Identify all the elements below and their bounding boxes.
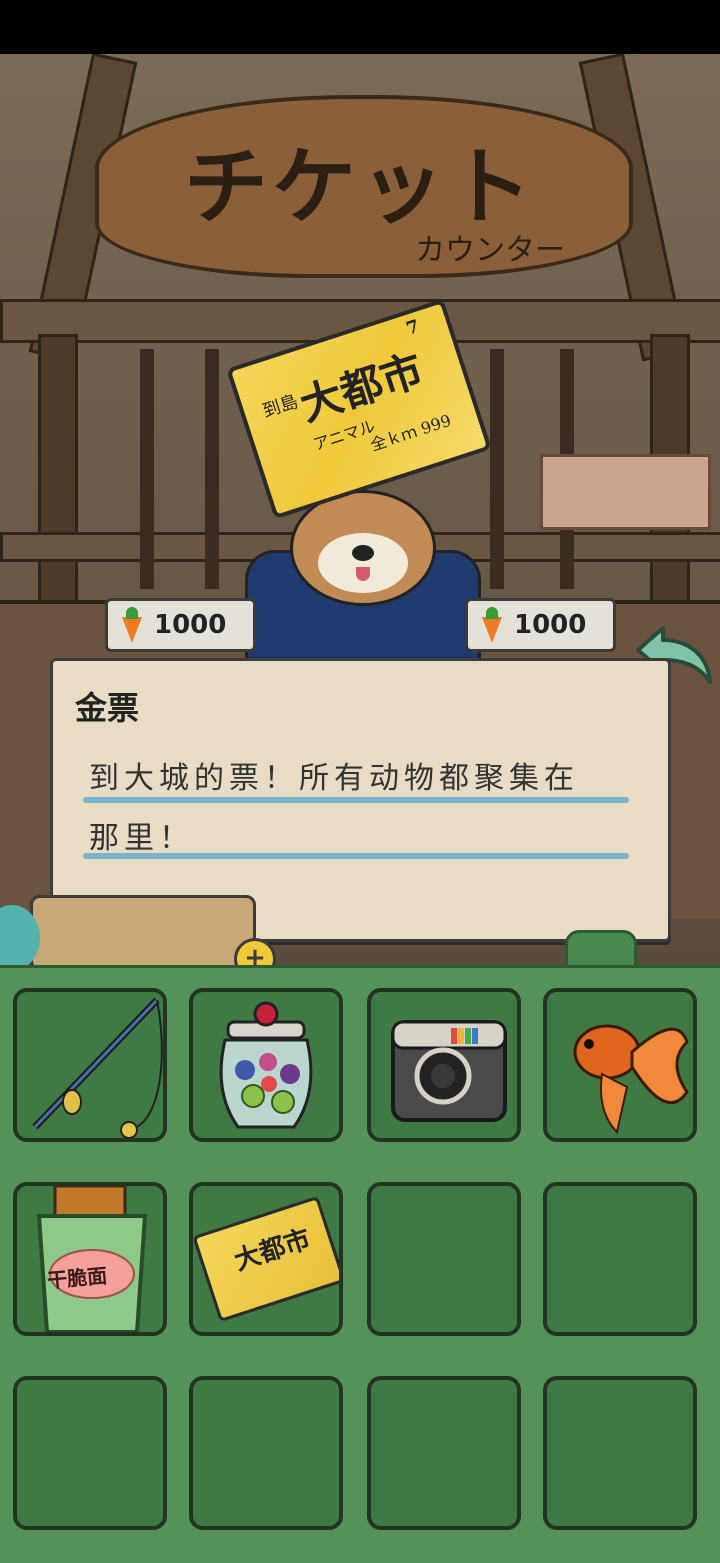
inventory-slot-camera[interactable] [367,988,521,1142]
inventory-slot-goldfish[interactable] [543,988,697,1142]
window-bar [490,349,504,589]
sign-title: チケット [183,137,536,236]
ticket-line-4: 全ｋｍ 999 [367,410,454,455]
dialog-rule [83,853,629,859]
window-bar [140,349,154,589]
price-value: 1000 [154,610,227,640]
inventory-slot-empty[interactable] [367,1182,521,1336]
inventory-slot-empty[interactable] [543,1376,697,1530]
inventory-slot-fruit-jar[interactable] [189,988,343,1142]
inventory-slot-crispy-noodles[interactable]: 干脆面 [13,1182,167,1336]
noodle-bag-label: 干脆面 [46,1263,109,1293]
noodle-bag-icon [36,1186,148,1332]
fruit-jar-icon [219,1001,313,1129]
goldfish-icon [573,1024,689,1134]
carrot-icon [478,607,506,643]
ticket-corner: 7 [403,315,423,340]
dialog-rule [83,797,629,803]
status-bar [0,0,720,54]
inventory-slot-empty[interactable] [367,1376,521,1530]
camera-icon [391,1020,507,1122]
carrot-icon [118,607,146,643]
inventory-slot-empty[interactable] [543,1182,697,1336]
sign-subtitle: カウンター [415,233,565,268]
dialog-text-line-1: 到大城的票！所有动物都聚集在 [89,761,579,796]
inventory-slot-empty[interactable] [189,1376,343,1530]
price-tag-left: 1000 [105,598,256,652]
fishing-rod-icon [32,997,163,1138]
inventory-slot-fishing-rod[interactable] [13,988,167,1142]
wall-poster [540,454,711,530]
currency-tab [30,895,256,971]
dialog-title: 金票 [75,689,140,727]
gold-ticket-icon: 大都市 [193,1195,339,1323]
price-value: 1000 [514,610,587,640]
dialog-text-line-2: 那里！ [89,821,194,856]
gold-ticket-label: 大都市 [230,1224,315,1277]
window-bar [205,349,219,589]
ticket-line-1: 到島 [260,391,301,423]
inventory-slot-gold-ticket[interactable]: 大都市 [189,1182,343,1336]
price-tag-right: 1000 [465,598,616,652]
inventory-slot-empty[interactable] [13,1376,167,1530]
